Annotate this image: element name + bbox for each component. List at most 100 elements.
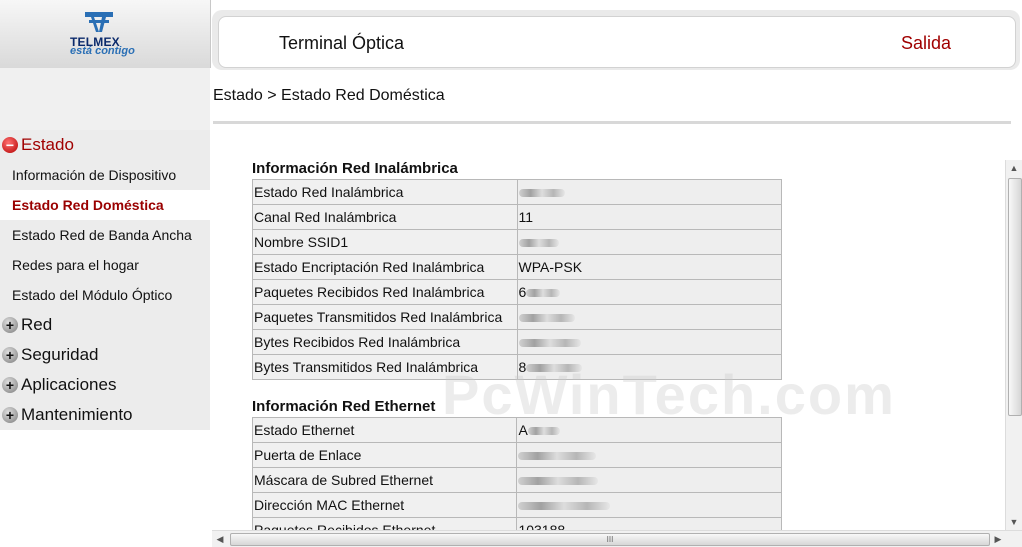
scroll-right-arrow-icon[interactable]: ▶: [990, 531, 1006, 547]
row-value: [516, 442, 782, 468]
logout-link[interactable]: Salida: [901, 33, 951, 54]
sidebar-section-label: Mantenimiento: [21, 405, 133, 424]
vertical-scroll-thumb[interactable]: [1008, 178, 1022, 416]
redacted-value: [518, 239, 559, 248]
brand-slogan: está contigo: [70, 45, 135, 57]
row-value: [516, 304, 783, 330]
redacted-value: [518, 314, 575, 323]
horizontal-scrollbar[interactable]: ◀ III ▶: [212, 530, 1022, 547]
sidebar-item-label: Redes para el hogar: [12, 257, 139, 273]
divider: [213, 121, 1011, 124]
sidebar-item-estado-red-domestica[interactable]: Estado Red Doméstica: [0, 190, 210, 220]
sidebar-item-informacion-dispositivo[interactable]: Información de Dispositivo: [0, 160, 210, 190]
sidebar-item-label: Estado Red Doméstica: [12, 197, 164, 213]
redacted-value: [518, 452, 597, 461]
sidebar-item-label: Información de Dispositivo: [12, 167, 177, 183]
ethernet-info-table: Estado Ethernet A Puerta de Enlace Másca…: [251, 417, 782, 530]
sidebar: − Estado Información de Dispositivo Esta…: [0, 68, 210, 430]
redacted-value: [518, 502, 611, 511]
sidebar-section-label: Estado: [21, 135, 74, 154]
content-panel: Información Red Inalámbrica Estado Red I…: [212, 126, 1006, 530]
sidebar-item-redes-hogar[interactable]: Redes para el hogar: [0, 250, 210, 280]
minus-circle-icon: −: [2, 137, 18, 153]
table-row: Estado Red Inalámbrica: [252, 179, 783, 205]
sidebar-section-label: Red: [21, 315, 53, 334]
row-key: Máscara de Subred Ethernet: [251, 467, 518, 493]
sidebar-section-label: Seguridad: [21, 345, 99, 364]
table-row: Bytes Transmitidos Red Inalámbrica 8: [252, 354, 783, 380]
table-row: Paquetes Recibidos Ethernet 103188: [251, 517, 782, 530]
row-key: Estado Ethernet: [251, 417, 518, 443]
table-row: Puerta de Enlace: [251, 442, 782, 468]
row-value-text: A: [518, 422, 528, 438]
row-key: Paquetes Recibidos Red Inalámbrica: [252, 279, 518, 305]
row-value: 11: [516, 204, 783, 230]
row-key: Bytes Recibidos Red Inalámbrica: [252, 329, 518, 355]
vertical-scrollbar[interactable]: ▲ ▼: [1005, 160, 1022, 530]
redacted-value: [518, 477, 599, 486]
row-value: [516, 492, 782, 518]
logo-area: TELMEX está contigo: [0, 0, 211, 68]
wireless-section-title: Información Red Inalámbrica: [252, 160, 458, 177]
row-key: Nombre SSID1: [252, 229, 518, 255]
scroll-left-arrow-icon[interactable]: ◀: [212, 531, 228, 547]
page-title: Terminal Óptica: [279, 33, 405, 53]
row-key: Paquetes Recibidos Ethernet: [251, 517, 518, 530]
table-row: Estado Encriptación Red Inalámbrica WPA-…: [252, 254, 783, 280]
row-key: Estado Red Inalámbrica: [252, 179, 518, 205]
sidebar-section-red[interactable]: + Red: [0, 310, 210, 340]
row-value: 8: [516, 354, 783, 380]
redacted-value: [518, 339, 581, 348]
table-row: Canal Red Inalámbrica 11: [252, 204, 783, 230]
sidebar-section-estado[interactable]: − Estado: [0, 130, 210, 160]
sidebar-section-seguridad[interactable]: + Seguridad: [0, 340, 210, 370]
row-value: 103188: [516, 517, 782, 530]
plus-circle-icon: +: [2, 407, 18, 423]
redacted-value: [526, 289, 561, 298]
sidebar-section-aplicaciones[interactable]: + Aplicaciones: [0, 370, 210, 400]
sidebar-section-mantenimiento[interactable]: + Mantenimiento: [0, 400, 210, 430]
redacted-value: [526, 364, 583, 373]
row-value-text: 6: [518, 284, 527, 300]
ethernet-section-title: Información Red Ethernet: [252, 398, 436, 415]
row-value-text: 8: [518, 359, 527, 375]
row-value: [516, 329, 783, 355]
plus-circle-icon: +: [2, 347, 18, 363]
sidebar-blank: [0, 430, 210, 546]
wireless-info-table: Estado Red Inalámbrica Canal Red Inalámb…: [252, 179, 783, 380]
table-row: Paquetes Transmitidos Red Inalámbrica: [252, 304, 783, 330]
table-row: Dirección MAC Ethernet: [251, 492, 782, 518]
sidebar-item-label: Estado del Módulo Óptico: [12, 287, 173, 303]
row-value: [516, 467, 782, 493]
header-bar: Terminal Óptica Salida: [218, 16, 1016, 68]
table-row: Nombre SSID1: [252, 229, 783, 255]
row-value: [516, 179, 783, 205]
row-key: Canal Red Inalámbrica: [252, 204, 518, 230]
table-row: Estado Ethernet A: [251, 417, 782, 443]
horizontal-scroll-thumb[interactable]: III: [230, 533, 990, 546]
plus-circle-icon: +: [2, 377, 18, 393]
scroll-grip: III: [606, 535, 614, 544]
row-key: Estado Encriptación Red Inalámbrica: [252, 254, 518, 280]
redacted-value: [527, 427, 560, 436]
row-value: 6: [516, 279, 783, 305]
sidebar-item-estado-banda-ancha[interactable]: Estado Red de Banda Ancha: [0, 220, 210, 250]
table-row: Bytes Recibidos Red Inalámbrica: [252, 329, 783, 355]
scroll-down-arrow-icon[interactable]: ▼: [1006, 514, 1022, 530]
row-key: Dirección MAC Ethernet: [251, 492, 518, 518]
table-row: Paquetes Recibidos Red Inalámbrica 6: [252, 279, 783, 305]
table-row: Máscara de Subred Ethernet: [251, 467, 782, 493]
breadcrumb: Estado > Estado Red Doméstica: [213, 87, 445, 104]
row-key: Paquetes Transmitidos Red Inalámbrica: [252, 304, 518, 330]
sidebar-item-modulo-optico[interactable]: Estado del Módulo Óptico: [0, 280, 210, 310]
row-value: [516, 229, 783, 255]
sidebar-item-label: Estado Red de Banda Ancha: [12, 227, 192, 243]
plus-circle-icon: +: [2, 317, 18, 333]
row-value: A: [516, 417, 782, 443]
row-key: Puerta de Enlace: [251, 442, 518, 468]
redacted-value: [518, 189, 565, 198]
sidebar-spacer: [0, 68, 210, 130]
telmex-logo-icon: [85, 12, 113, 32]
scroll-up-arrow-icon[interactable]: ▲: [1006, 160, 1022, 176]
row-key: Bytes Transmitidos Red Inalámbrica: [252, 354, 518, 380]
